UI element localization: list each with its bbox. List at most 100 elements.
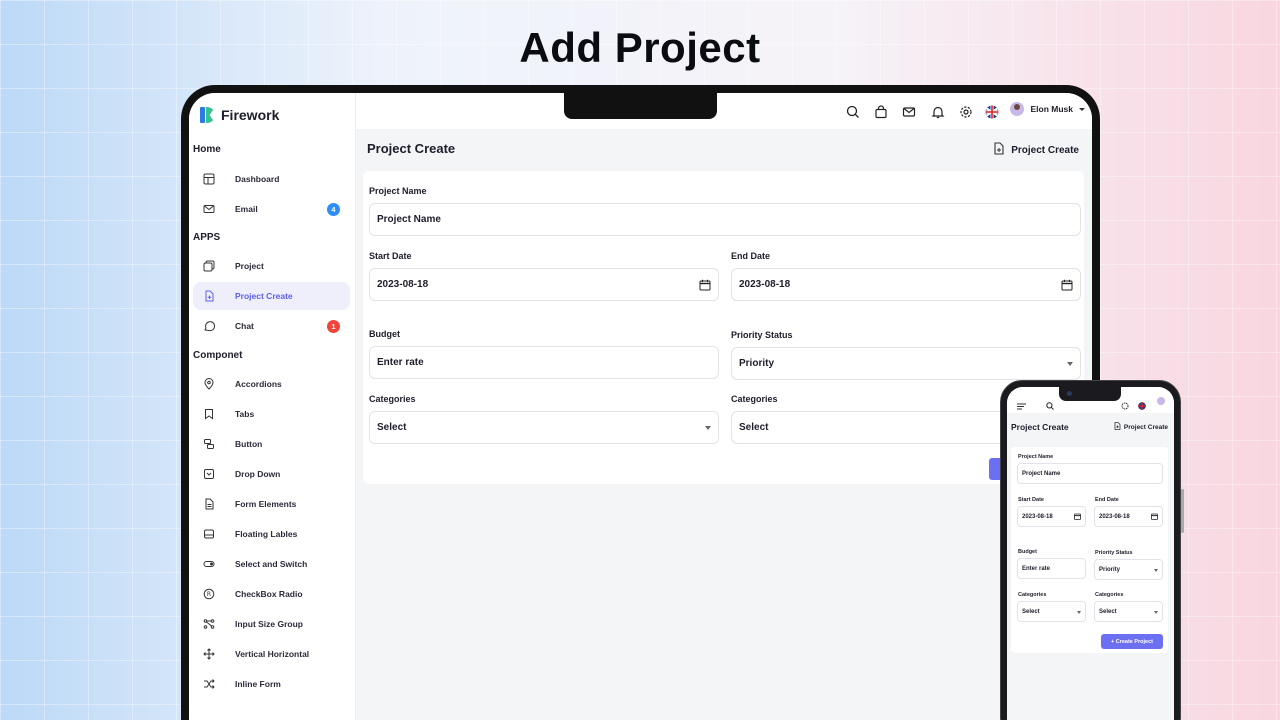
categories-value-2: Select xyxy=(739,422,769,433)
sidebar-item-tabs[interactable]: Tabs xyxy=(193,400,350,428)
phone-create-project-button[interactable]: + Create Project xyxy=(1101,634,1163,649)
svg-text:R: R xyxy=(207,591,211,598)
gear-icon[interactable] xyxy=(959,105,973,119)
sidebar-item-label: CheckBox Radio xyxy=(235,589,303,599)
sidebar-item-button[interactable]: Button xyxy=(193,430,350,458)
sidebar-item-input-size-group[interactable]: Input Size Group xyxy=(193,610,350,638)
budget-input[interactable]: Enter rate xyxy=(369,346,719,379)
calendar-icon[interactable] xyxy=(1074,513,1081,520)
menu-icon[interactable] xyxy=(1017,397,1026,410)
phone-priority-select[interactable]: Priority xyxy=(1094,559,1163,580)
sidebar-item-vertical-horizontal[interactable]: Vertical Horizontal xyxy=(193,640,350,668)
start-date-label: Start Date xyxy=(369,251,412,261)
breadcrumb[interactable]: Project Create xyxy=(993,142,1079,158)
sidebar-item-project[interactable]: Project xyxy=(193,252,350,280)
phone-start-date-label: Start Date xyxy=(1018,497,1044,503)
brand-logo-icon xyxy=(200,107,215,123)
phone-project-name-input[interactable]: Project Name xyxy=(1017,463,1163,484)
phone-project-name-label: Project Name xyxy=(1018,454,1054,460)
sidebar-item-label: Input Size Group xyxy=(235,619,303,629)
nodes-icon xyxy=(202,617,216,631)
copy-icon xyxy=(202,259,216,273)
phone-form-card: Project Name Project Name Start Date 202… xyxy=(1011,447,1168,653)
project-form-card: Project Name Project Name Start Date 202… xyxy=(363,171,1084,484)
categories-label: Categories xyxy=(369,394,416,404)
phone-end-date-input[interactable]: 2023-08-18 xyxy=(1094,506,1163,527)
priority-value: Priority xyxy=(739,358,775,369)
email-count-badge: 4 xyxy=(327,202,340,216)
sidebar-item-label: Drop Down xyxy=(235,469,281,479)
phone-priority-value: Priority xyxy=(1099,566,1121,573)
sidebar-item-label: Project Create xyxy=(235,291,293,301)
layout-icon xyxy=(202,172,216,186)
map-pin-icon xyxy=(202,377,216,391)
start-date-input[interactable]: 2023-08-18 xyxy=(369,268,719,301)
file-plus-icon xyxy=(1114,422,1121,432)
file-icon xyxy=(202,497,216,511)
end-date-value: 2023-08-18 xyxy=(739,279,791,290)
sidebar-item-label: Vertical Horizontal xyxy=(235,649,310,659)
phone-categories-value: Select xyxy=(1022,608,1040,615)
sidebar-item-label: Form Elements xyxy=(235,499,297,509)
calendar-icon[interactable] xyxy=(1151,513,1158,520)
phone-end-date-value: 2023-08-18 xyxy=(1099,513,1130,520)
sidebar-item-label: Tabs xyxy=(235,409,255,419)
bag-icon[interactable] xyxy=(874,105,888,119)
toggle-icon xyxy=(202,557,216,571)
uk-flag-icon[interactable] xyxy=(1138,397,1146,410)
phone-screen: Project Create Project Create Project Na… xyxy=(1007,387,1174,720)
sidebar-item-inline-form[interactable]: Inline Form xyxy=(193,670,350,698)
sidebar-item-checkbox-radio[interactable]: R CheckBox Radio xyxy=(193,580,350,608)
phone-breadcrumb-label: Project Create xyxy=(1123,423,1168,431)
section-apps: APPS xyxy=(193,232,221,243)
sidebar-item-chat[interactable]: Chat 1 xyxy=(193,312,350,340)
uk-flag-icon[interactable] xyxy=(985,105,999,119)
sidebar-item-label: Chat xyxy=(235,321,254,331)
brand[interactable]: Firework xyxy=(200,107,279,123)
bookmark-icon xyxy=(202,407,216,421)
mail-icon[interactable] xyxy=(902,105,916,119)
calendar-icon[interactable] xyxy=(1061,279,1073,291)
sidebar-item-email[interactable]: Email 4 xyxy=(193,195,350,223)
sidebar-item-floating-lables[interactable]: Floating Lables xyxy=(193,520,350,548)
sidebar-item-select-and-switch[interactable]: Select and Switch xyxy=(193,550,350,578)
avatar[interactable] xyxy=(1157,397,1165,405)
sidebar-item-drop-down[interactable]: Drop Down xyxy=(193,460,350,488)
search-icon[interactable] xyxy=(1046,397,1054,410)
user-name: Elon Musk xyxy=(1030,104,1073,114)
priority-select[interactable]: Priority xyxy=(731,347,1081,380)
phone-side-button xyxy=(1181,489,1184,533)
move-icon xyxy=(202,647,216,661)
laptop-screen: Firework Home Dashboard Email 4 APPS Pro… xyxy=(189,93,1092,720)
chat-count-badge: 1 xyxy=(327,319,340,333)
search-icon[interactable] xyxy=(846,105,860,119)
calendar-icon[interactable] xyxy=(699,279,711,291)
brand-name: Firework xyxy=(221,107,280,123)
phone-categories-select[interactable]: Select xyxy=(1017,601,1086,622)
sidebar-item-accordions[interactable]: Accordions xyxy=(193,370,350,398)
gear-icon[interactable] xyxy=(1121,397,1129,410)
sidebar-item-label: Project xyxy=(235,261,264,271)
categories-value: Select xyxy=(377,422,407,433)
chevron-down-icon xyxy=(1077,611,1081,614)
sidebar-item-form-elements[interactable]: Form Elements xyxy=(193,490,350,518)
categories-select[interactable]: Select xyxy=(369,411,719,444)
bell-icon[interactable] xyxy=(931,105,945,119)
phone-budget-input[interactable]: Enter rate xyxy=(1017,558,1086,579)
sidebar: Firework Home Dashboard Email 4 APPS Pro… xyxy=(189,93,356,720)
phone-notch xyxy=(1059,387,1121,401)
phone-start-date-input[interactable]: 2023-08-18 xyxy=(1017,506,1086,527)
phone-categories-select-2[interactable]: Select xyxy=(1094,601,1163,622)
project-name-input[interactable]: Project Name xyxy=(369,203,1081,236)
phone-breadcrumb[interactable]: Project Create xyxy=(1114,422,1168,432)
inbox-icon xyxy=(202,527,216,541)
user-menu[interactable]: Elon Musk xyxy=(1010,102,1085,116)
sidebar-item-dashboard[interactable]: Dashboard xyxy=(193,165,350,193)
chat-icon xyxy=(202,319,216,333)
phone-start-date-value: 2023-08-18 xyxy=(1022,513,1053,520)
end-date-input[interactable]: 2023-08-18 xyxy=(731,268,1081,301)
sidebar-item-label: Email xyxy=(235,204,258,214)
phone-frame: Project Create Project Create Project Na… xyxy=(1000,380,1184,720)
sidebar-item-project-create[interactable]: Project Create xyxy=(193,282,350,310)
phone-page-title: Project Create xyxy=(1011,422,1069,432)
